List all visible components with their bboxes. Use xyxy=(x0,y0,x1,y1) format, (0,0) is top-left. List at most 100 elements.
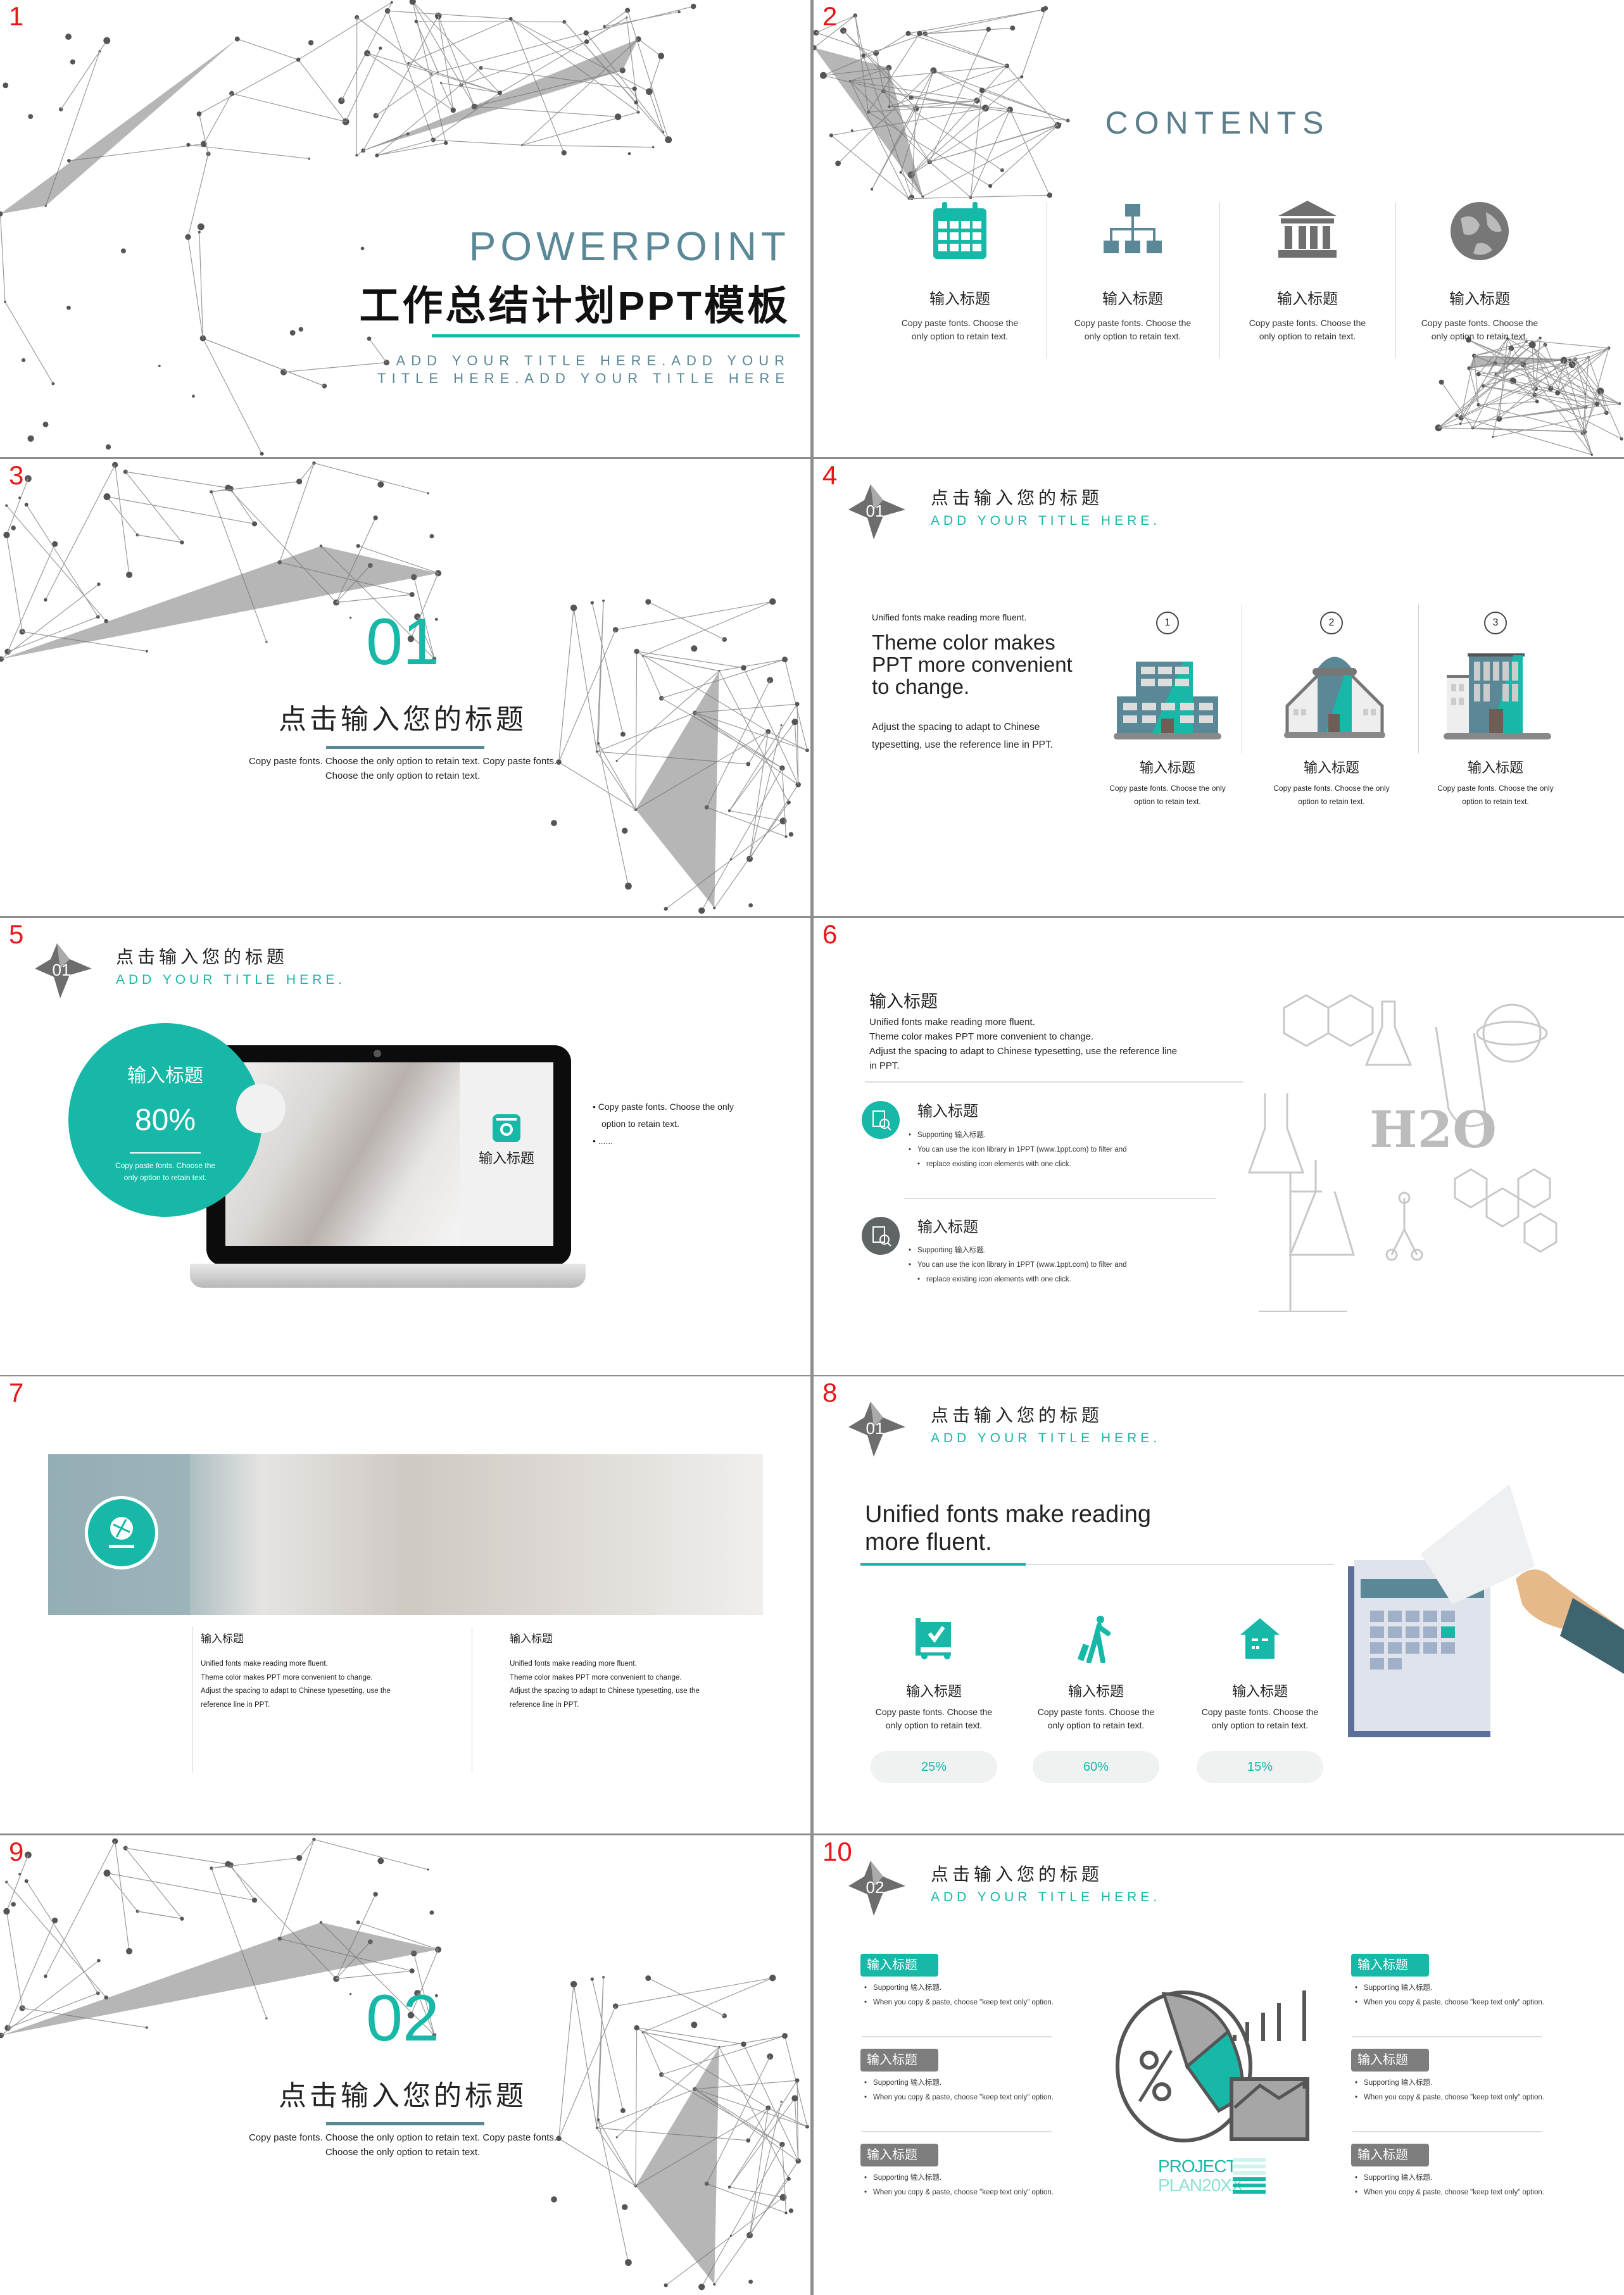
slide-3[interactable]: 3 01 点击输入您的标题 Copy paste fonts. Choose t… xyxy=(0,459,810,916)
network-line xyxy=(1532,344,1551,389)
network-line xyxy=(911,108,917,198)
network-line xyxy=(604,9,628,27)
slide-number: 6 xyxy=(822,919,838,949)
network-line xyxy=(558,1984,574,2139)
presentation-title: 工作总结计划PPT模板 xyxy=(359,283,790,329)
laptop-base xyxy=(190,1264,586,1288)
network-node xyxy=(361,148,366,153)
network-line xyxy=(1532,344,1586,432)
network-line xyxy=(6,1911,23,2008)
network-line xyxy=(1438,344,1545,429)
network-line xyxy=(1468,339,1586,394)
network-line xyxy=(719,659,785,672)
network-node xyxy=(18,1873,22,1876)
camera-icon xyxy=(493,1114,520,1142)
network-line xyxy=(298,2,393,60)
network-node xyxy=(1533,386,1538,391)
column-text: Unified fonts make reading more fluent. T… xyxy=(201,1660,391,1709)
network-line xyxy=(729,2186,784,2198)
slide-1[interactable]: 1 POWERPOINT 工作总结计划PPT模板 ADD YOUR TITLE … xyxy=(0,0,810,457)
network-node xyxy=(727,2185,731,2189)
network-node xyxy=(612,627,619,633)
network-line xyxy=(211,1864,231,1869)
network-line xyxy=(1513,380,1620,405)
network-line xyxy=(211,488,231,493)
item-desc: Copy paste fonts. Choose the only option … xyxy=(1273,784,1390,806)
item-desc: Copy paste fonts. Choose the only option … xyxy=(1437,784,1554,806)
network-node xyxy=(795,782,802,788)
item-desc: Copy paste fonts. Choose the only option … xyxy=(1037,1707,1155,1730)
network-line xyxy=(729,721,795,811)
network-node xyxy=(646,88,653,96)
network-line xyxy=(586,32,664,132)
network-node xyxy=(693,2087,697,2092)
network-line xyxy=(1473,355,1479,405)
network-line xyxy=(1474,348,1511,356)
network-node xyxy=(24,1851,32,1859)
network-line xyxy=(643,2032,719,2048)
network-node xyxy=(986,27,991,32)
network-node xyxy=(67,159,71,163)
network-node xyxy=(1482,384,1485,388)
slide-4[interactable]: 4 01 点击输入您的标题 ADD YOUR TITLE HERE. Unifi… xyxy=(814,459,1624,916)
network-node xyxy=(186,142,191,147)
network-node xyxy=(96,1991,100,1996)
slide-10[interactable]: 10 02 点击输入您的标题 ADD YOUR TITLE HERE. 输入标题… xyxy=(814,1835,1624,2295)
item-bullets: Supporting 输入标题.When you copy & paste, c… xyxy=(1355,2171,1544,2200)
network-node xyxy=(603,25,607,28)
network-line xyxy=(231,93,346,122)
slide-number: 10 xyxy=(822,1837,852,1866)
slide-2[interactable]: 2 CONTENTS 输入标题 Copy paste fonts. Choose… xyxy=(814,0,1624,457)
item-title: 输入标题 xyxy=(917,1103,978,1120)
network-node xyxy=(690,3,696,9)
network-node xyxy=(765,2105,771,2111)
network-node xyxy=(636,110,640,114)
slide-6[interactable]: 6 输入标题 Unified fonts make reading more f… xyxy=(814,918,1624,1375)
network-node xyxy=(1059,123,1062,125)
network-node xyxy=(145,650,148,653)
network-node xyxy=(42,421,49,427)
network-node xyxy=(126,571,133,578)
network-line xyxy=(1460,338,1508,424)
network-line xyxy=(1460,355,1475,418)
slide-9[interactable]: 9 02 点击输入您的标题 Copy paste fonts. Choose t… xyxy=(0,1835,810,2295)
network-line xyxy=(1511,344,1533,349)
network-line xyxy=(850,80,978,101)
subtitle: ADD YOUR TITLE HERE.ADD YOUR TITLE HERE.… xyxy=(377,352,790,387)
network-node xyxy=(384,8,391,14)
pie-chart-percent-icon xyxy=(1116,1990,1309,2142)
network-line xyxy=(911,97,1010,110)
network-node xyxy=(319,544,323,548)
network-line xyxy=(784,659,808,751)
network-line xyxy=(356,150,364,156)
network-node xyxy=(590,1977,594,1981)
network-line xyxy=(908,9,1044,34)
network-line xyxy=(665,2197,784,2286)
network-line xyxy=(115,1841,130,1952)
network-line xyxy=(695,2089,799,2161)
slide-title: 点击输入您的标题 xyxy=(931,488,1104,508)
network-line xyxy=(522,111,639,146)
network-node xyxy=(969,196,973,199)
slide-7[interactable]: 7 输入标题 Unified fonts make reading more f… xyxy=(0,1376,810,1833)
network-node xyxy=(1047,192,1053,198)
network-line xyxy=(1569,359,1607,413)
svg-text:H2O: H2O xyxy=(1369,1100,1497,1159)
network-node xyxy=(767,2053,774,2060)
network-line xyxy=(1478,401,1537,406)
slide-5[interactable]: 5 01 点击输入您的标题 ADD YOUR TITLE HERE. 输入标题 … xyxy=(0,918,810,1375)
network-line xyxy=(279,463,315,563)
network-node xyxy=(0,656,4,662)
network-node xyxy=(96,615,100,619)
network-line xyxy=(1582,357,1589,433)
network-node xyxy=(1555,390,1561,396)
network-line xyxy=(1456,415,1592,455)
network-node xyxy=(1568,358,1571,362)
network-line xyxy=(412,1,475,107)
item-label: 输入标题 xyxy=(1102,291,1163,308)
network-node xyxy=(979,87,985,93)
network-node xyxy=(373,515,378,520)
network-node xyxy=(198,230,201,234)
slide-8[interactable]: 8 01 点击输入您的标题 ADD YOUR TITLE HERE. Unifi… xyxy=(814,1376,1624,1833)
network-line xyxy=(695,712,808,751)
